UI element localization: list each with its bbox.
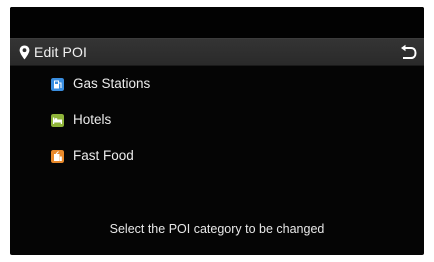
page-title: Edit POI [34, 44, 87, 60]
fast-food-icon [51, 150, 64, 163]
map-pin-icon [19, 45, 30, 60]
poi-item-label: Fast Food [73, 148, 134, 163]
title-bar: Edit POI [10, 38, 424, 66]
status-strip [10, 7, 424, 38]
hotel-icon [51, 114, 64, 127]
poi-edit-screen: Edit POI Gas Stations Hotels Fast Food S… [10, 7, 424, 255]
poi-item-label: Hotels [73, 112, 112, 127]
gas-station-icon [51, 78, 64, 91]
poi-item-hotels[interactable]: Hotels [10, 102, 424, 138]
poi-item-label: Gas Stations [73, 76, 151, 91]
poi-item-gas-stations[interactable]: Gas Stations [10, 66, 424, 102]
poi-item-fast-food[interactable]: Fast Food [10, 138, 424, 174]
instruction-text: Select the POI category to be changed [109, 222, 325, 236]
back-arrow-icon[interactable] [398, 44, 418, 62]
